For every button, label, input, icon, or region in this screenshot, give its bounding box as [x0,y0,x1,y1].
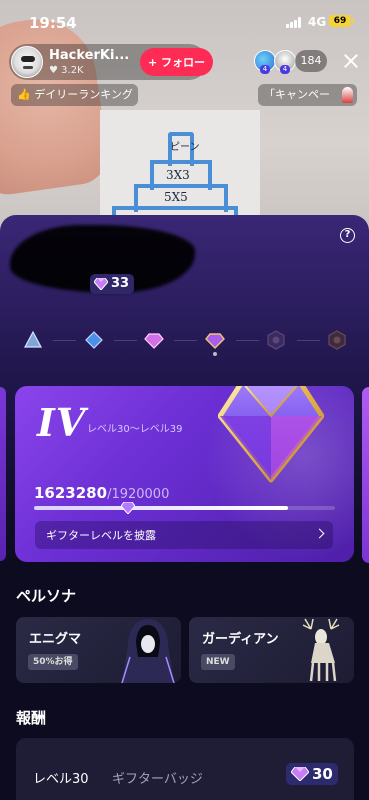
heart-icon: ♥ [49,65,58,76]
help-icon[interactable]: ? [340,228,355,243]
level-range: レベル30〜レベル39 [87,424,183,435]
reward-badge-value: 30 [312,765,333,783]
persona-name: ガーディアン [202,632,279,647]
show-gifter-level-button[interactable]: ギフターレベルを披露 [35,521,333,549]
follow-button[interactable]: + フォロー [140,48,213,76]
tier-1-icon[interactable] [23,330,43,350]
paper-text-2: 3X3 [166,168,190,182]
host-info[interactable]: HackerKi... ♥ 3.2K + フォロー [9,44,213,80]
host-likes-count: 3.2K [61,65,84,76]
track-line [174,340,197,341]
host-avatar[interactable] [11,46,43,78]
viewer-avatar-1[interactable]: 4 [254,50,276,74]
tier-2-icon[interactable] [84,330,104,350]
viewer-avatar-2[interactable]: 4 [274,50,296,74]
track-line [53,340,76,341]
gifter-level-value: 33 [111,276,130,291]
reward-badge-chip: 30 [286,763,338,785]
gem-icon [291,767,309,781]
progress-bar [34,502,335,514]
network-type: 4G [308,15,327,29]
battery-icon: 69 [329,15,354,27]
stag-icon [302,618,340,682]
reward-level: レベル30 [33,772,89,787]
daily-ranking-label: デイリーランキング [34,88,133,101]
track-line [236,340,259,341]
status-time: 19:54 [29,14,77,32]
thumbs-up-icon: 👍 [17,88,31,101]
host-likes: ♥ 3.2K [49,65,84,76]
progress-text: 1623280/1920000 [34,484,169,502]
tier-track [0,327,369,357]
paper-text-3: 5X5 [164,190,188,204]
signal-icon [286,17,302,28]
prev-level-card[interactable] [0,387,6,561]
progress-total: /1920000 [107,487,170,502]
persona-card-enigma[interactable]: エニグマ 50%お得 [16,617,181,683]
chevron-right-icon [314,528,325,539]
viewer-count[interactable]: 184 [295,50,327,72]
gem-icon [94,278,108,290]
gifter-level-chip: 33 [90,274,134,294]
tier-4-icon[interactable] [205,330,225,350]
persona-new-badge: NEW [201,654,235,670]
reward-name: ギフターバッジ [112,772,203,787]
tier-5-icon[interactable] [266,330,286,350]
track-line [297,340,320,341]
viewer-rank-badge: 4 [260,65,270,74]
tier-3-icon[interactable] [144,330,164,350]
host-name: HackerKi... [49,48,130,63]
level-tier-roman: IV [37,400,87,445]
daily-ranking-chip[interactable]: 👍 デイリーランキング [11,84,138,106]
persona-discount-badge: 50%お得 [28,654,78,670]
viewer-rank-badge: 4 [280,65,290,74]
progress-bar-fill [34,506,289,510]
hooded-figure-icon [121,619,175,683]
gifter-level-sheet: ? 33 IV レベル30〜レベル39 1623280/1920000 ギフター… [0,215,369,800]
persona-title: ペルソナ [16,587,77,605]
campaign-chip[interactable]: 「キャンペー [258,84,357,106]
paper-text-1: ピーン [170,142,200,153]
show-gifter-level-label: ギフターレベルを披露 [46,529,156,542]
campaign-label: 「キャンペー [264,88,330,101]
persona-name: エニグマ [29,632,82,647]
progress-gem-icon [121,502,136,514]
reward-title: 報酬 [16,709,47,727]
tier-gem-icon [218,386,324,483]
current-tier-indicator [213,352,217,356]
persona-card-guardian[interactable]: ガーディアン NEW [189,617,354,683]
level-card: IV レベル30〜レベル39 1623280/1920000 ギフターレベルを披… [15,386,354,562]
next-level-card[interactable] [362,387,369,563]
tier-6-icon[interactable] [327,330,347,350]
rocket-icon [342,87,353,103]
close-icon[interactable] [341,51,361,71]
progress-current: 1623280 [34,484,108,502]
track-line [114,340,137,341]
status-bar: 19:54 4G 69 [0,0,369,44]
reward-row: レベル30 ギフターバッジ 30 [16,738,354,800]
